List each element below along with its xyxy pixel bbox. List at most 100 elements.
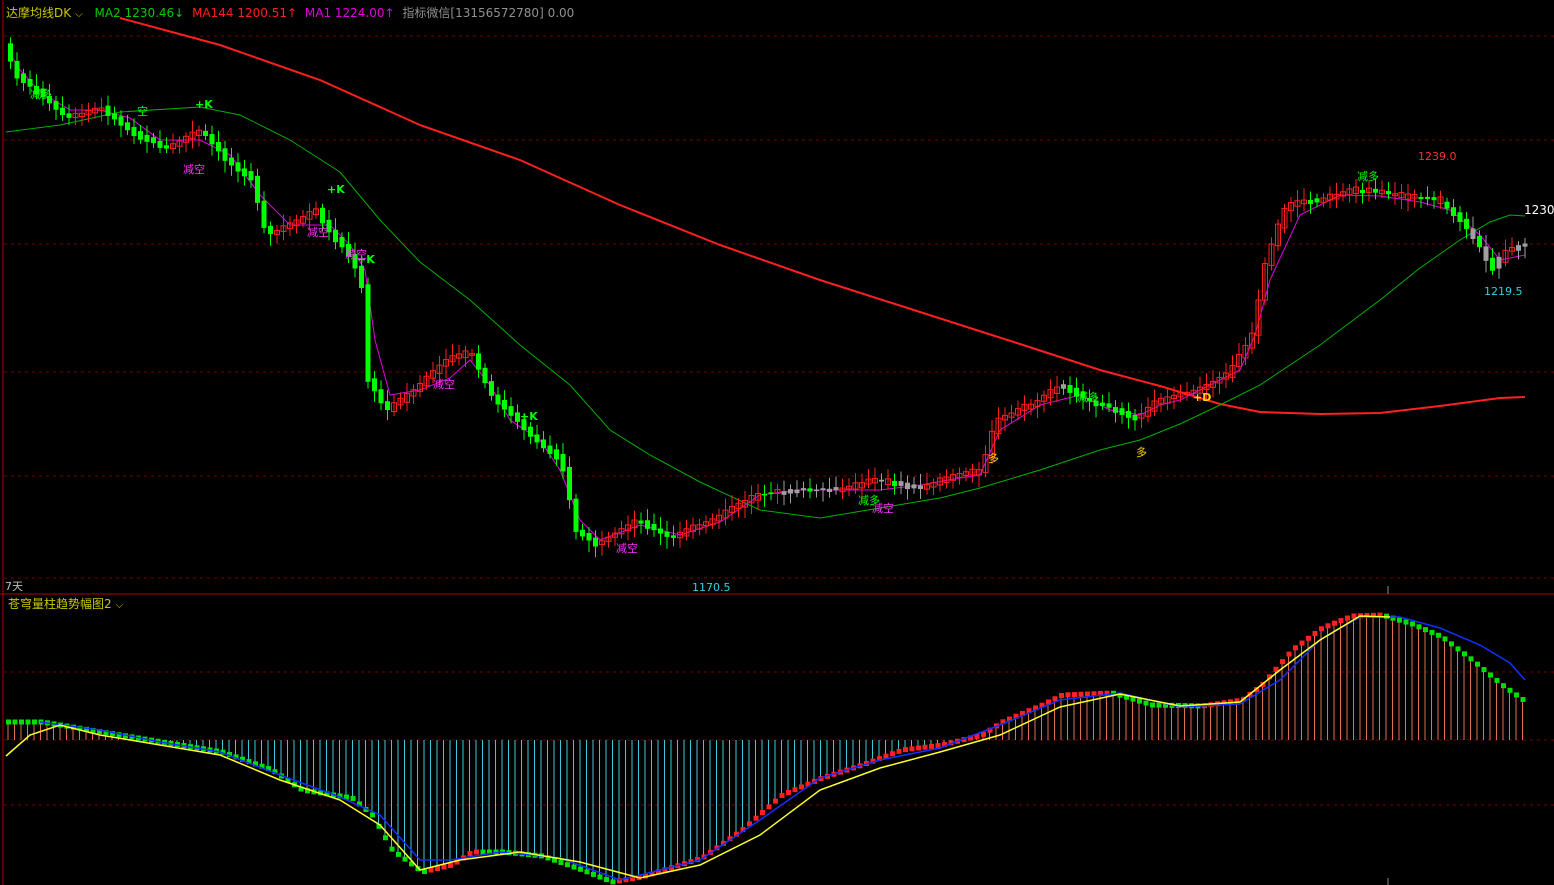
candle-body (1386, 191, 1391, 195)
period-label: 7天 (5, 580, 23, 593)
candle-body (898, 481, 904, 486)
candle-body (820, 488, 826, 491)
candle-body (1496, 256, 1502, 269)
trend-marker (571, 864, 577, 870)
candle-body (1418, 196, 1424, 200)
wechat-label: 指标微信[13156572780] 0.00 (402, 6, 575, 20)
candle-body (593, 537, 598, 547)
trend-marker (1494, 677, 1500, 683)
trend-marker (448, 862, 453, 868)
candle-body (586, 533, 592, 541)
bottom-indicator-name[interactable]: 苍穹量柱趋势幅图2 ⌵ (8, 597, 127, 613)
trend-marker (1514, 692, 1519, 698)
ma2-label: MA2 1230.46↓ (94, 6, 185, 20)
candle-body (203, 130, 208, 136)
trend-marker (1078, 691, 1084, 697)
signal-plus-d: +D (1193, 391, 1212, 404)
candle-body (1425, 196, 1430, 200)
trend-marker (916, 745, 921, 751)
candle-body (508, 406, 514, 416)
current-price-label: 1230 (1524, 203, 1554, 217)
trend-marker (1325, 623, 1331, 629)
trend-marker (1085, 691, 1090, 697)
candle-body (1126, 411, 1131, 418)
trend-marker (578, 866, 583, 872)
candle-body (248, 171, 254, 181)
candle-body (567, 466, 572, 501)
candle-body (339, 237, 345, 248)
candle-body (1516, 245, 1521, 251)
trend-marker (1468, 656, 1474, 662)
candle-body (833, 487, 839, 491)
candle-body (1451, 207, 1456, 216)
candle-body (1444, 201, 1450, 209)
candle-body (1113, 407, 1118, 413)
trend-marker (1072, 692, 1077, 698)
candle-body (112, 113, 117, 120)
candle-body (1314, 198, 1320, 203)
trend-marker (591, 871, 596, 877)
chevron-down-icon[interactable]: ⌵ (75, 8, 83, 22)
candle-body (541, 439, 546, 449)
trend-marker (1345, 615, 1350, 621)
candle-body (320, 207, 325, 224)
trend-marker (12, 719, 18, 725)
candle-body (242, 168, 247, 177)
candle-body (1360, 189, 1365, 194)
candle-body (138, 131, 143, 140)
signal-plus-k: +K (520, 410, 538, 423)
last-low-price-label: 1219.5 (1484, 285, 1523, 298)
candle-body (144, 134, 150, 142)
candle-body (209, 134, 215, 145)
indicator-name[interactable]: 达摩均线DK ⌵ (6, 6, 87, 22)
candle-body (261, 200, 267, 228)
trend-marker (565, 862, 570, 868)
trend-marker (1293, 645, 1298, 651)
signal-plus-k: +K (327, 183, 345, 196)
candle-body (502, 399, 507, 410)
candle-body (1061, 384, 1066, 389)
candle-body (333, 229, 338, 243)
signal-long: 多 (1136, 446, 1147, 459)
chevron-down-icon[interactable]: ⌵ (116, 599, 124, 613)
chart-canvas[interactable] (0, 0, 1554, 885)
candle-body (560, 453, 566, 472)
candle-body (671, 535, 676, 538)
trend-marker (1507, 687, 1513, 693)
candle-body (1457, 212, 1463, 223)
candle-body (781, 491, 787, 495)
candle-body (118, 116, 124, 126)
high-price-label: 1239.0 (1418, 150, 1457, 163)
candle-body (489, 381, 494, 396)
candle-body (1373, 188, 1378, 193)
trend-marker (799, 784, 804, 790)
candle-body (573, 498, 579, 532)
trend-marker (1462, 651, 1467, 657)
signal-long: 多 (988, 452, 999, 465)
candle-body (911, 484, 917, 489)
trend-marker (1052, 696, 1058, 702)
candle-body (216, 141, 221, 152)
candle-body (359, 265, 364, 288)
trend-marker (1137, 698, 1142, 704)
trend-marker (32, 719, 37, 725)
candle-body (476, 353, 481, 370)
trend-marker (1143, 700, 1149, 706)
candle-body (645, 520, 650, 529)
candle-body (801, 488, 806, 491)
signal-reduce-short: 减空 (433, 378, 455, 391)
trend-marker (1442, 636, 1448, 642)
candle-body (53, 101, 59, 110)
candle-body (495, 394, 501, 405)
trend-marker (1397, 617, 1402, 623)
trend-marker (1150, 702, 1155, 708)
trend-marker (1520, 697, 1526, 703)
candle-body (268, 225, 273, 235)
trend-marker (1312, 631, 1318, 636)
candle-body (365, 284, 371, 382)
trend-marker (350, 795, 356, 801)
trend-marker (1059, 693, 1064, 698)
candle-body (580, 529, 585, 537)
candle-body (1477, 235, 1482, 248)
candle-body (151, 137, 156, 144)
